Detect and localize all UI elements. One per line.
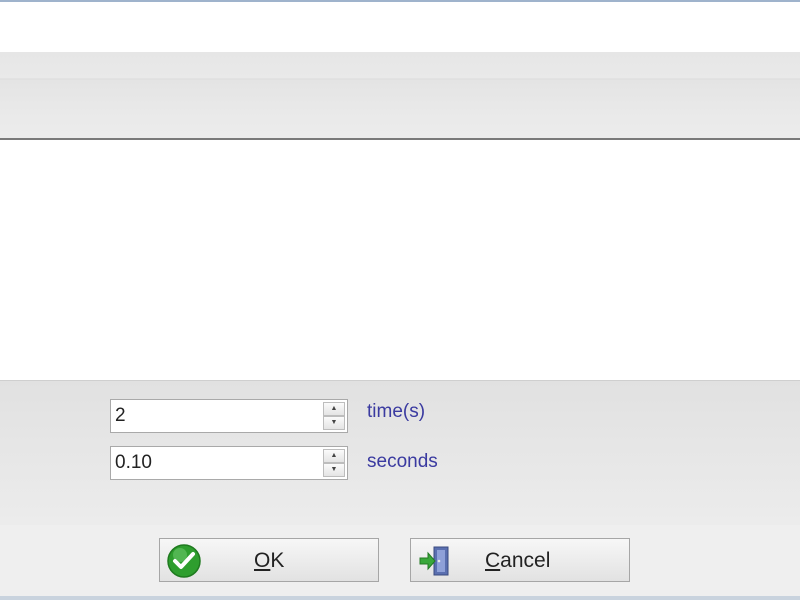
- window-bottom-border: [0, 596, 800, 600]
- exit-door-icon: [419, 546, 449, 576]
- delay-spin-buttons: ▲ ▼: [323, 449, 345, 477]
- repeat-count-decrement-button[interactable]: ▼: [323, 416, 345, 430]
- repeat-count-input[interactable]: [111, 400, 321, 432]
- delay-spinner[interactable]: ▲ ▼: [110, 446, 348, 480]
- delay-decrement-button[interactable]: ▼: [323, 463, 345, 477]
- repeat-count-spin-buttons: ▲ ▼: [323, 402, 345, 430]
- repeat-unit-label: time(s): [367, 401, 426, 422]
- button-bar: [0, 525, 800, 600]
- content-area: [0, 140, 800, 380]
- ok-button-label: OK: [254, 549, 285, 572]
- delay-unit-label: seconds: [367, 451, 438, 472]
- title-area: [0, 2, 800, 52]
- repeat-count-spinner[interactable]: ▲ ▼: [110, 399, 348, 433]
- cancel-button-label: Cancel: [485, 549, 551, 572]
- dialog-window: ▲ ▼ time(s) ▲ ▼ seconds OK Cancel: [0, 0, 800, 600]
- delay-increment-button[interactable]: ▲: [323, 449, 345, 463]
- ok-button[interactable]: OK: [159, 538, 379, 582]
- delay-input[interactable]: [111, 447, 321, 479]
- green-check-icon: [167, 544, 201, 578]
- cancel-button[interactable]: Cancel: [410, 538, 630, 582]
- repeat-count-increment-button[interactable]: ▲: [323, 402, 345, 416]
- toolbar-band: [0, 52, 800, 140]
